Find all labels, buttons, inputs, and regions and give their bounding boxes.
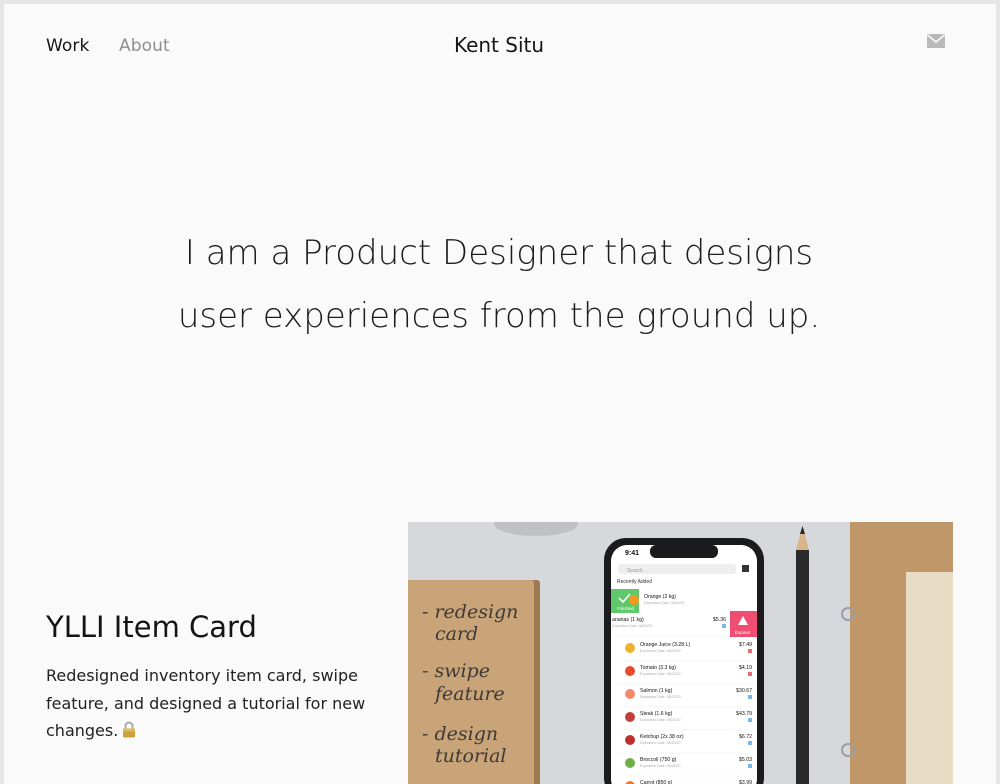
phone-item-price: $43.79 [736, 711, 752, 717]
phone-item-icon [625, 758, 635, 768]
hero-line-2: user experiences from the ground up. [177, 296, 821, 336]
phone-item-tag [748, 672, 752, 676]
phone-time: 9:41 [625, 550, 639, 557]
hero-line-1: I am a Product Designer that designs [184, 233, 814, 273]
phone-item-icon [625, 735, 635, 745]
notebook-line: - swipe [422, 660, 490, 682]
phone-item-tag [748, 741, 752, 745]
notebook-line: - design [422, 723, 498, 745]
phone-item-name: Tomato (3.3 kg) [640, 665, 676, 671]
phone-sort: Recently Added [617, 579, 652, 585]
phone-item-date: Expiration Date: 08/22/20 [640, 672, 681, 676]
phone-item-name: Carrot (850 g) [640, 780, 673, 784]
phone-item-date: Expiration Date: 08/22/20 [612, 624, 653, 628]
project-photo: - redesign card - swipe feature - design… [408, 522, 953, 784]
notebook-line: - redesign [422, 601, 518, 623]
phone-item-tag [722, 624, 726, 628]
phone-item-icon [625, 643, 635, 653]
phone-item-price: $5.03 [739, 757, 752, 763]
phone-item-date: Expiration Date: 08/29/20 [640, 764, 681, 768]
notebook-line: card [435, 623, 478, 645]
phone-item-date: Expiration Date: 08/29/20 [640, 649, 681, 653]
phone-search: Search [627, 568, 643, 574]
phone-item-date: Expiration Date: 08/22/20 [644, 601, 685, 605]
phone-item-name: Orange (2 kg) [644, 594, 676, 600]
phone-item-icon [625, 712, 635, 722]
phone-item-icon [629, 595, 639, 605]
site-title[interactable]: Kent Situ [4, 33, 994, 57]
phone-item-price: $6.72 [739, 734, 752, 740]
hero-statement: I am a Product Designer that designs use… [4, 222, 994, 348]
pencil [796, 526, 809, 784]
phone-mockup: 9:41 Search Recently Added Finished Expi… [604, 538, 764, 784]
phone-item-name: Steak (1.6 kg) [640, 711, 673, 717]
phone-item-date: Expiration Date: 08/27/20 [640, 695, 681, 699]
phone-item-name: Orange Juice (3.28 L) [640, 642, 690, 648]
phone-item-name: Ketchup (2x 38 oz) [640, 734, 684, 740]
phone-item-date: Expiration Date: 08/27/20 [640, 718, 681, 722]
page: Work About Kent Situ I am a Product Desi… [4, 4, 996, 784]
project-description: Redesigned inventory item card, swipe fe… [46, 662, 376, 745]
lock-icon [123, 721, 136, 738]
mail-icon[interactable] [927, 34, 945, 48]
phone-item-date: Expiration Date: 08/30/20 [640, 741, 681, 745]
phone-item-icon [625, 666, 635, 676]
phone-swipe-expired: Expired [735, 630, 751, 635]
phone-item-price: $7.49 [739, 642, 752, 648]
phone-item-price: $5.36 [713, 617, 726, 623]
notebook-line: feature [433, 683, 505, 705]
phone-item-name: Salmon (1 kg) [640, 688, 673, 694]
phone-item-tag [748, 649, 752, 653]
phone-item-name: Broccoli (750 g) [640, 757, 677, 763]
phone-item-price: $4.19 [739, 665, 752, 671]
project-title[interactable]: YLLI Item Card [46, 610, 257, 644]
phone-item-price: $30.67 [736, 688, 752, 694]
phone-item-tag [748, 695, 752, 699]
project-description-text: Redesigned inventory item card, swipe fe… [46, 666, 366, 740]
phone-item-name: ananas (1 kg) [612, 617, 644, 623]
phone-item-icon [625, 689, 635, 699]
phone-item-price: $3.99 [739, 780, 752, 784]
notebook-line: tutorial [435, 745, 507, 767]
phone-item-tag [748, 718, 752, 722]
kraft-folder [841, 522, 953, 784]
phone-swipe-finished: Finished [617, 606, 635, 611]
project-image[interactable]: - redesign card - swipe feature - design… [408, 522, 953, 784]
phone-item-tag [748, 764, 752, 768]
